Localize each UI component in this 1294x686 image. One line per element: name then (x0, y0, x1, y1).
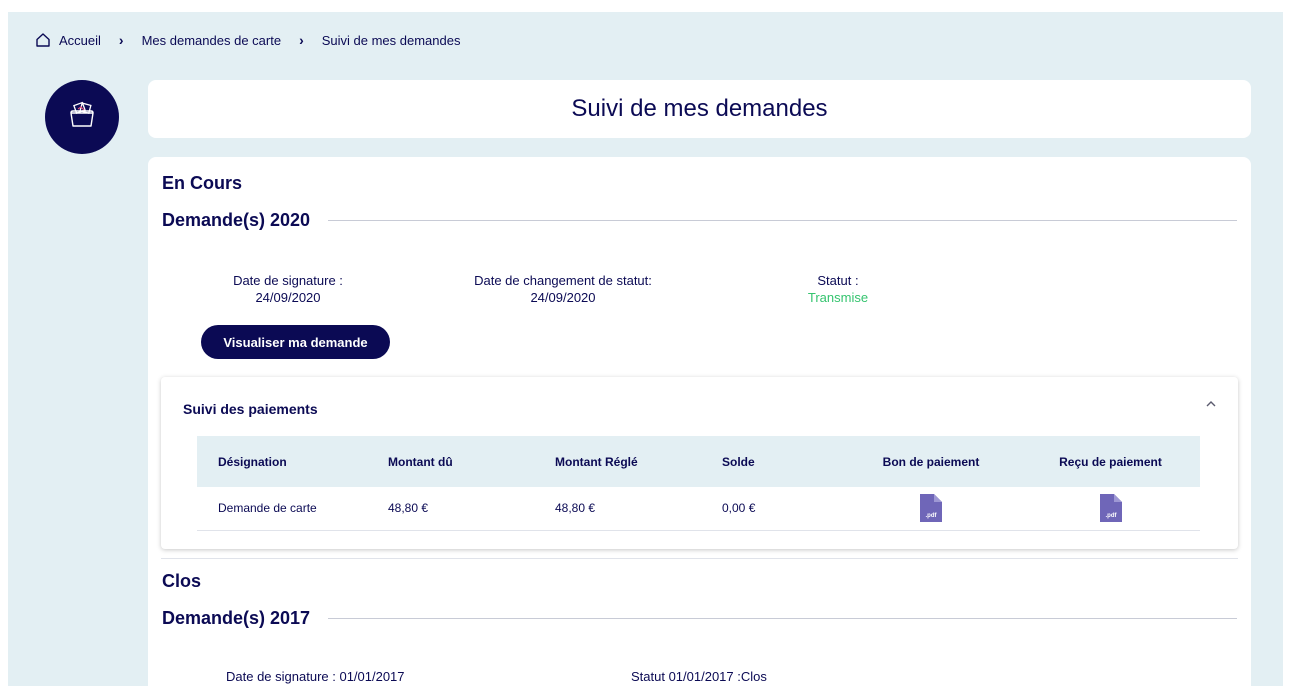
chevron-right-icon: › (118, 32, 124, 48)
pdf-file-icon[interactable]: .pdf (920, 494, 942, 523)
status-label: Statut : (817, 273, 859, 288)
cell-solde: 0,00 € (722, 501, 756, 516)
pdf-file-icon[interactable]: .pdf (1099, 494, 1122, 523)
page-background: Accueil › Mes demandes de carte › Suivi … (8, 12, 1283, 686)
clos-status: Statut 01/01/2017 :Clos (631, 669, 767, 684)
cell-bon-paiement: .pdf (841, 487, 1021, 530)
year-2020-header: Demande(s) 2020 (162, 210, 1237, 231)
col-recu-paiement: Reçu de paiement (1059, 454, 1162, 469)
breadcrumb-current: Suivi de mes demandes (321, 32, 461, 48)
divider-line (328, 220, 1237, 221)
breadcrumb-card-requests-link[interactable]: Mes demandes de carte (142, 33, 281, 48)
cell-montant-du: 48,80 € (388, 501, 429, 516)
requests-card: En Cours Demande(s) 2020 Date de signatu… (148, 157, 1251, 686)
pdf-label: .pdf (1105, 513, 1117, 519)
signature-date-label: Date de signature : (233, 273, 343, 288)
payments-title: Suivi des paiements (183, 401, 318, 417)
status-value: Transmise (807, 290, 869, 305)
signature-date-value: 24/09/2020 (255, 290, 321, 305)
clos-heading: Clos (162, 571, 202, 591)
table-row: Demande de carte 48,80 € 48,80 € 0,00 € … (197, 487, 1200, 530)
cell-montant-regle: 48,80 € (555, 501, 596, 516)
home-icon[interactable] (35, 32, 51, 48)
en-cours-heading: En Cours (162, 173, 243, 193)
col-montant-regle: Montant Réglé (555, 454, 638, 469)
page-title-card: Suivi de mes demandes (148, 80, 1251, 138)
cell-designation: Demande de carte (218, 501, 317, 516)
table-header-row: Désignation Montant dû Montant Réglé Sol… (197, 436, 1200, 487)
year-2017-header: Demande(s) 2017 (162, 608, 1237, 629)
status-change-date: Date de changement de statut: 24/09/2020 (463, 272, 663, 306)
clos-signature: Date de signature : 01/01/2017 (226, 669, 405, 684)
year-2020-title: Demande(s) 2020 (162, 210, 311, 230)
status-change-label: Date de changement de statut: (474, 273, 652, 288)
col-montant-du: Montant dû (388, 454, 453, 469)
request-status: Statut : Transmise (788, 272, 888, 306)
year-2017-title: Demande(s) 2017 (162, 608, 311, 628)
section-badge (45, 80, 119, 154)
divider-line (328, 618, 1237, 619)
col-bon-paiement: Bon de paiement (882, 454, 980, 469)
cell-recu-paiement: .pdf (1021, 487, 1200, 530)
view-request-button[interactable]: Visualiser ma demande (201, 325, 390, 359)
page-title: Suivi de mes demandes (571, 95, 828, 122)
chevron-right-icon: › (299, 32, 304, 48)
pdf-label: .pdf (926, 513, 938, 519)
col-designation: Désignation (218, 454, 287, 469)
col-solde: Solde (722, 454, 755, 469)
status-change-value: 24/09/2020 (530, 290, 596, 305)
signature-date: Date de signature : 24/09/2020 (218, 272, 358, 306)
card-basket-icon (67, 100, 97, 135)
payments-table: Désignation Montant dû Montant Réglé Sol… (197, 436, 1200, 531)
breadcrumb-home-link[interactable]: Accueil (59, 33, 101, 48)
section-divider (161, 558, 1238, 559)
breadcrumb: Accueil › Mes demandes de carte › Suivi … (35, 32, 460, 48)
payments-panel: Suivi des paiements Désignation Montant … (161, 377, 1238, 549)
chevron-up-icon[interactable] (1204, 397, 1218, 411)
